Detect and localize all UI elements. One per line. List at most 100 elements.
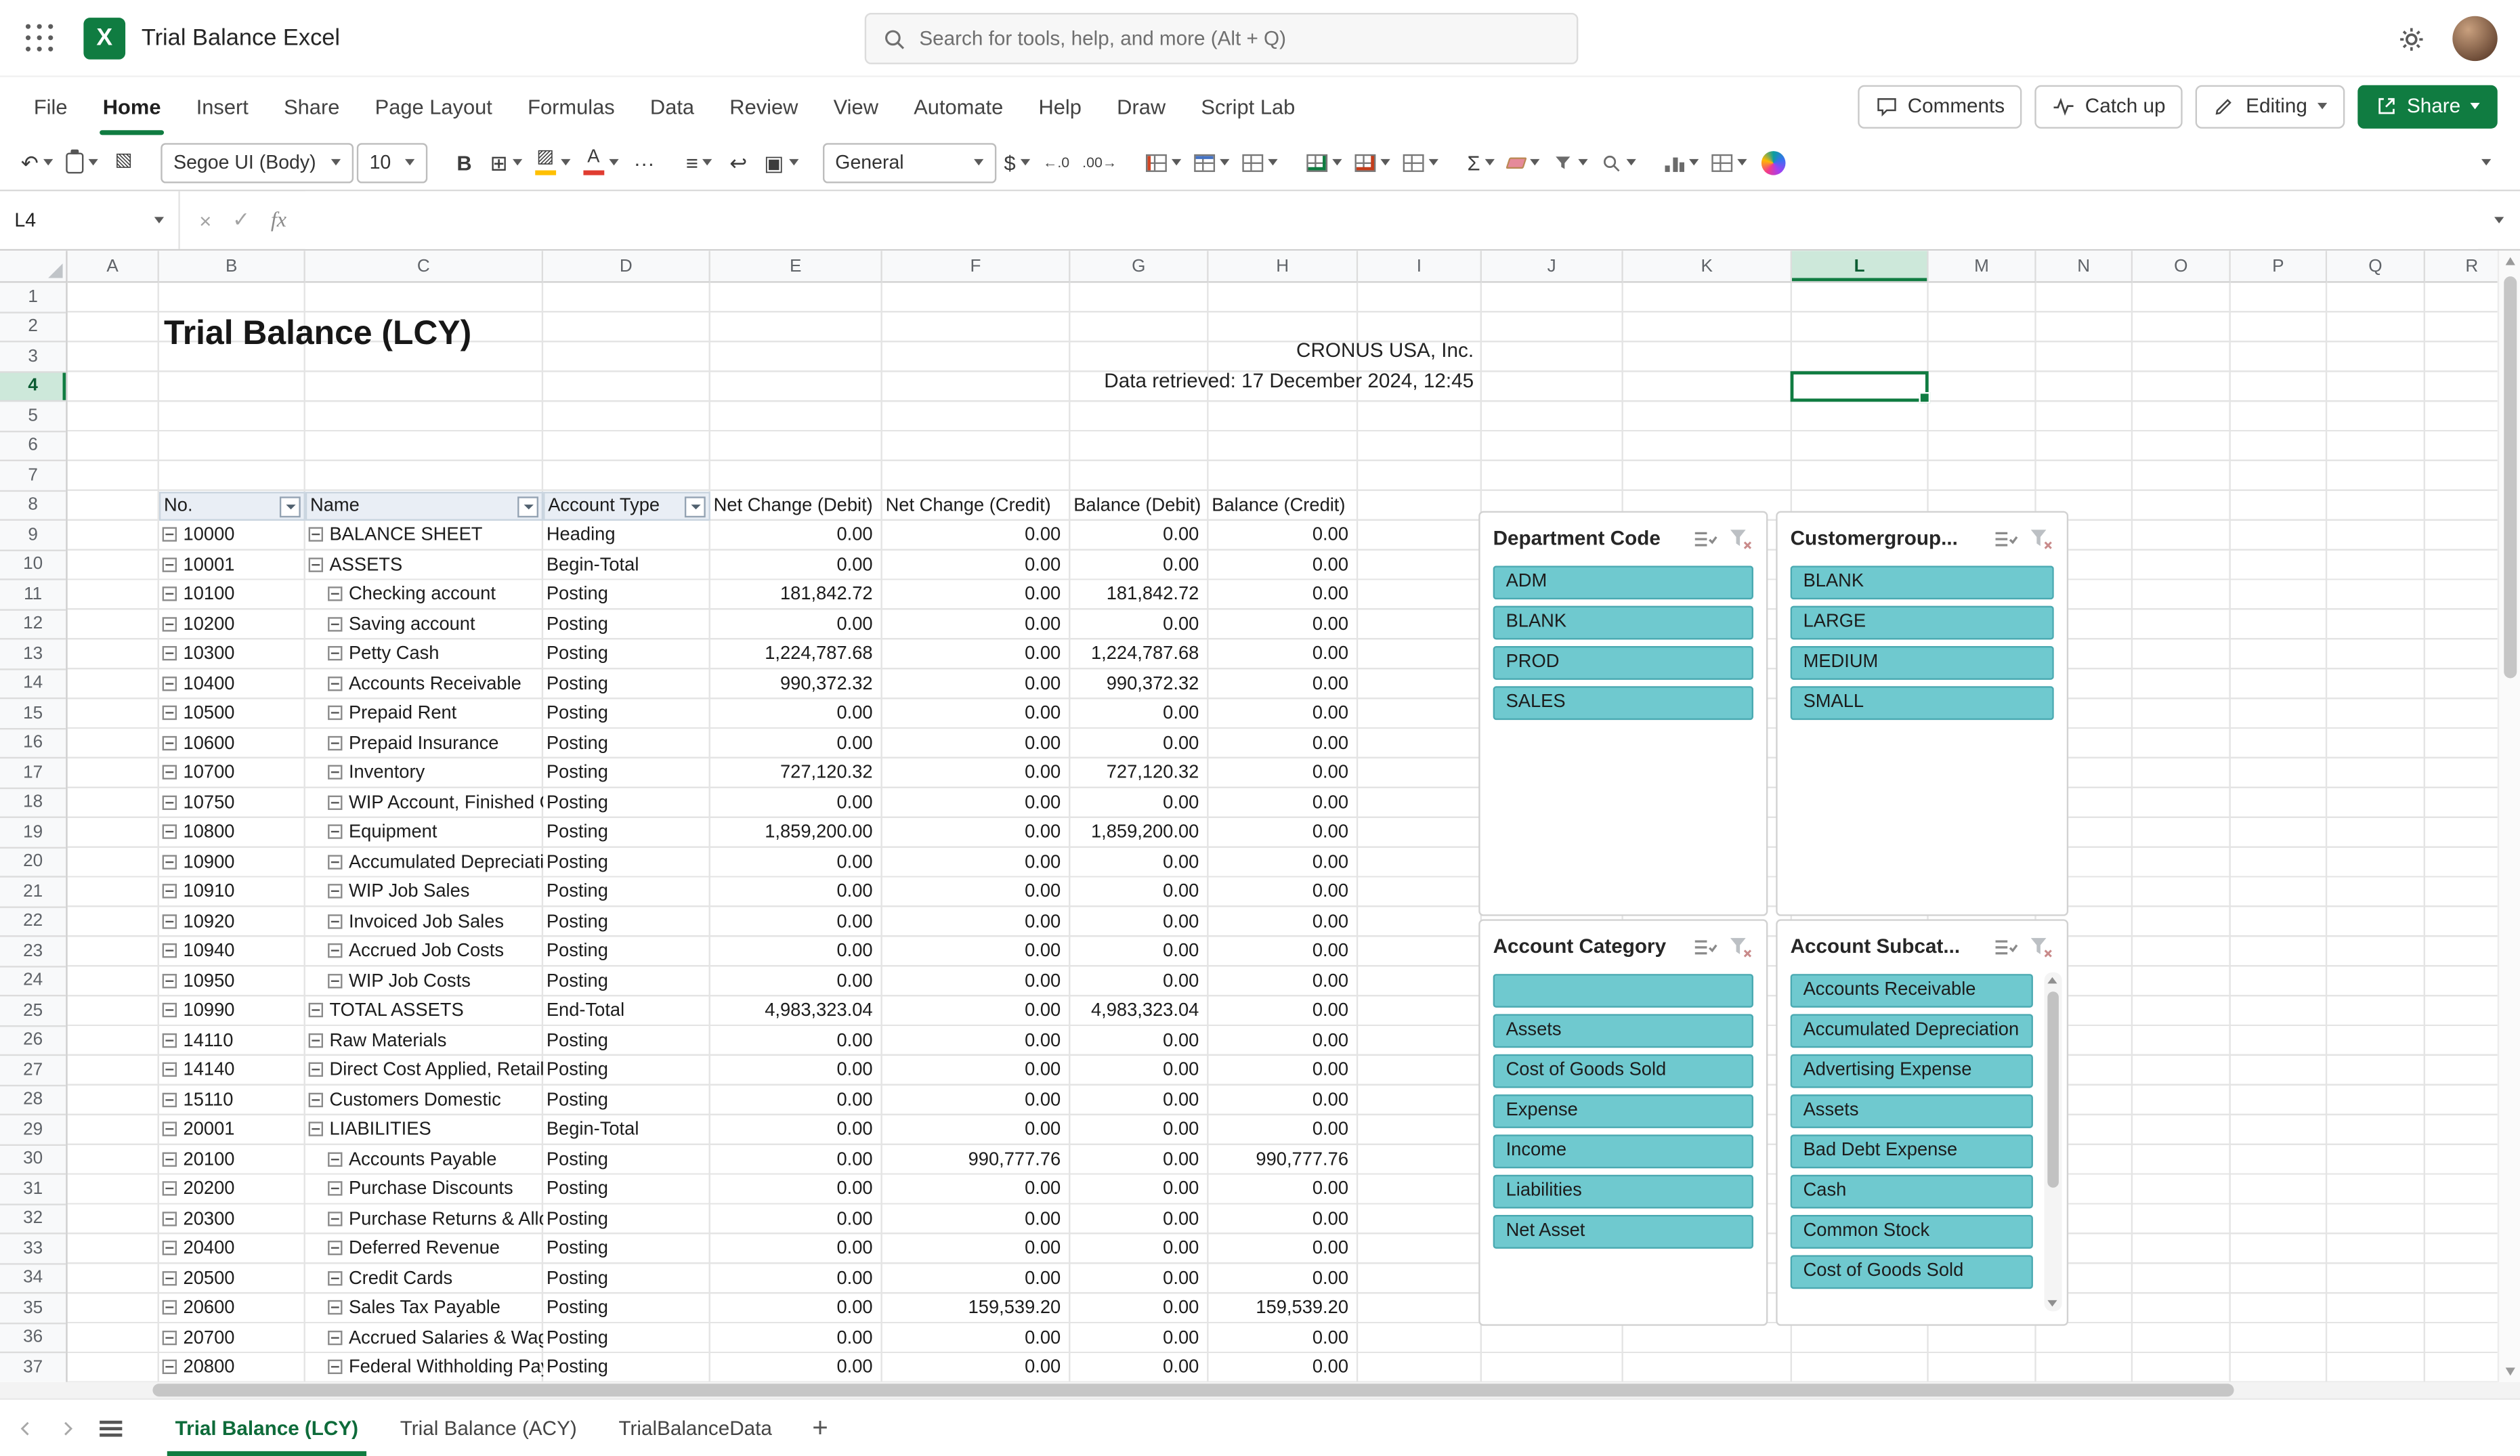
cell-no[interactable]: 10920 xyxy=(159,907,305,937)
cell-no[interactable]: 20700 xyxy=(159,1323,305,1353)
column-header-d[interactable]: D xyxy=(543,251,710,283)
outline-collapse-icon[interactable] xyxy=(328,914,343,928)
outline-collapse-icon[interactable] xyxy=(162,705,177,721)
cell-amount[interactable]: 0.00 xyxy=(710,699,882,729)
outline-collapse-icon[interactable] xyxy=(162,557,177,572)
cell-amount[interactable]: 0.00 xyxy=(1209,610,1359,640)
cell-account-type[interactable]: Posting xyxy=(543,1235,710,1264)
cell-name[interactable]: Purchase Returns & Allowances xyxy=(305,1205,543,1235)
share-button[interactable]: Share xyxy=(2357,84,2498,128)
row-header-20[interactable]: 20 xyxy=(0,848,66,878)
filter-dropdown-icon[interactable] xyxy=(279,496,301,518)
cell-amount[interactable]: 0.00 xyxy=(1070,848,1208,878)
editing-mode-button[interactable]: Editing xyxy=(2196,84,2345,128)
cell-amount[interactable]: 0.00 xyxy=(1209,1026,1359,1056)
cell-no[interactable]: 10750 xyxy=(159,788,305,818)
cell-amount[interactable]: 0.00 xyxy=(882,729,1071,758)
cell-name[interactable]: BALANCE SHEET xyxy=(305,521,543,551)
cell-account-type[interactable]: Posting xyxy=(543,907,710,937)
cell-amount[interactable]: 0.00 xyxy=(710,1323,882,1353)
format-painter-button[interactable]: ▧ xyxy=(106,142,141,184)
cell-no[interactable]: 10700 xyxy=(159,758,305,788)
multi-select-icon[interactable] xyxy=(1690,933,1717,960)
row-header-7[interactable]: 7 xyxy=(0,461,66,491)
cell-account-type[interactable]: Posting xyxy=(543,758,710,788)
cell-amount[interactable]: 0.00 xyxy=(1209,818,1359,848)
ribbon-tab-review[interactable]: Review xyxy=(712,77,815,135)
ribbon-tab-file[interactable]: File xyxy=(16,77,85,135)
slicer-scroll-thumb[interactable] xyxy=(2047,991,2059,1189)
outline-collapse-icon[interactable] xyxy=(162,1121,177,1136)
cell-amount[interactable]: 0.00 xyxy=(710,848,882,878)
row-header-13[interactable]: 13 xyxy=(0,639,66,670)
outline-collapse-icon[interactable] xyxy=(328,1151,343,1166)
outline-collapse-icon[interactable] xyxy=(162,586,177,601)
cell-amount[interactable]: 0.00 xyxy=(1209,1235,1359,1264)
report-title-cell[interactable]: Trial Balance (LCY) xyxy=(164,315,471,354)
chart-button[interactable] xyxy=(1660,142,1703,184)
cell-amount[interactable]: 990,372.32 xyxy=(1070,669,1208,699)
ribbon-tab-view[interactable]: View xyxy=(816,77,897,135)
slicer-item-bad-debt-expense[interactable]: Bad Debt Expense xyxy=(1790,1134,2033,1169)
cell-no[interactable]: 10950 xyxy=(159,966,305,996)
cell-amount[interactable]: 0.00 xyxy=(1209,699,1359,729)
name-box[interactable]: L4 xyxy=(0,191,180,249)
cell-amount[interactable]: 0.00 xyxy=(710,551,882,580)
row-header-19[interactable]: 19 xyxy=(0,818,66,848)
outline-collapse-icon[interactable] xyxy=(308,1062,323,1077)
outline-collapse-icon[interactable] xyxy=(162,735,177,750)
search-bar[interactable] xyxy=(864,12,1579,64)
number-format-select[interactable]: General xyxy=(822,142,996,183)
outline-collapse-icon[interactable] xyxy=(162,1062,177,1077)
row-header-36[interactable]: 36 xyxy=(0,1323,66,1354)
horizontal-scrollbar[interactable] xyxy=(0,1382,2520,1398)
cell-account-type[interactable]: Posting xyxy=(543,818,710,848)
clear-button[interactable] xyxy=(1503,142,1545,184)
cell-amount[interactable]: 990,777.76 xyxy=(882,1145,1071,1175)
cell-name[interactable]: Saving account xyxy=(305,610,543,640)
cell-name[interactable]: Accrued Salaries & Wages xyxy=(305,1323,543,1353)
column-header-i[interactable]: I xyxy=(1358,251,1482,283)
cell-amount[interactable]: 0.00 xyxy=(882,610,1071,640)
outline-collapse-icon[interactable] xyxy=(328,645,343,661)
outline-collapse-icon[interactable] xyxy=(328,616,343,631)
cell-no[interactable]: 20500 xyxy=(159,1264,305,1293)
slicer-item-liabilities[interactable]: Liabilities xyxy=(1493,1174,1754,1209)
cell-amount[interactable]: 0.00 xyxy=(882,1264,1071,1293)
cell-amount[interactable]: 0.00 xyxy=(1209,848,1359,878)
cell-name[interactable]: Customers Domestic xyxy=(305,1086,543,1115)
cell-no[interactable]: 10910 xyxy=(159,878,305,907)
cell-amount[interactable]: 0.00 xyxy=(710,1235,882,1264)
row-header-32[interactable]: 32 xyxy=(0,1205,66,1235)
column-header-b[interactable]: B xyxy=(158,251,305,283)
more-font-options-button[interactable]: ··· xyxy=(626,142,662,184)
outline-collapse-icon[interactable] xyxy=(308,527,323,542)
cell-account-type[interactable]: Posting xyxy=(543,1353,710,1382)
outline-collapse-icon[interactable] xyxy=(162,765,177,779)
cell-amount[interactable]: 0.00 xyxy=(1070,788,1208,818)
font-name-select[interactable]: Segoe UI (Body) xyxy=(161,142,354,183)
cell-amount[interactable]: 0.00 xyxy=(1209,758,1359,788)
outline-collapse-icon[interactable] xyxy=(162,972,177,988)
slicer-item-blank[interactable]: BLANK xyxy=(1493,605,1754,640)
slicer-item-net-asset[interactable]: Net Asset xyxy=(1493,1215,1754,1249)
cell-account-type[interactable]: Posting xyxy=(543,788,710,818)
ribbon-collapse-button[interactable] xyxy=(2469,142,2504,184)
cell-name[interactable]: Raw Materials xyxy=(305,1026,543,1056)
formula-input[interactable] xyxy=(305,191,2479,249)
row-header-25[interactable]: 25 xyxy=(0,996,66,1027)
clear-filter-icon[interactable] xyxy=(2026,525,2053,552)
cell-amount[interactable]: 0.00 xyxy=(1209,580,1359,610)
cell-amount[interactable]: 0.00 xyxy=(882,878,1071,907)
scroll-up-icon[interactable] xyxy=(2504,257,2515,265)
cell-amount[interactable]: 1,224,787.68 xyxy=(710,639,882,669)
cell-amount[interactable]: 0.00 xyxy=(1209,878,1359,907)
cell-amount[interactable]: 0.00 xyxy=(1070,1145,1208,1175)
conditional-formatting-button[interactable] xyxy=(1141,142,1186,184)
font-color-button[interactable]: A xyxy=(578,142,623,184)
company-name-cell[interactable]: CRONUS USA, Inc. xyxy=(871,339,1474,362)
cell-amount[interactable]: 0.00 xyxy=(1070,610,1208,640)
cell-amount[interactable]: 0.00 xyxy=(1070,878,1208,907)
cell-amount[interactable]: 0.00 xyxy=(882,758,1071,788)
cell-amount[interactable]: 0.00 xyxy=(1070,1353,1208,1382)
